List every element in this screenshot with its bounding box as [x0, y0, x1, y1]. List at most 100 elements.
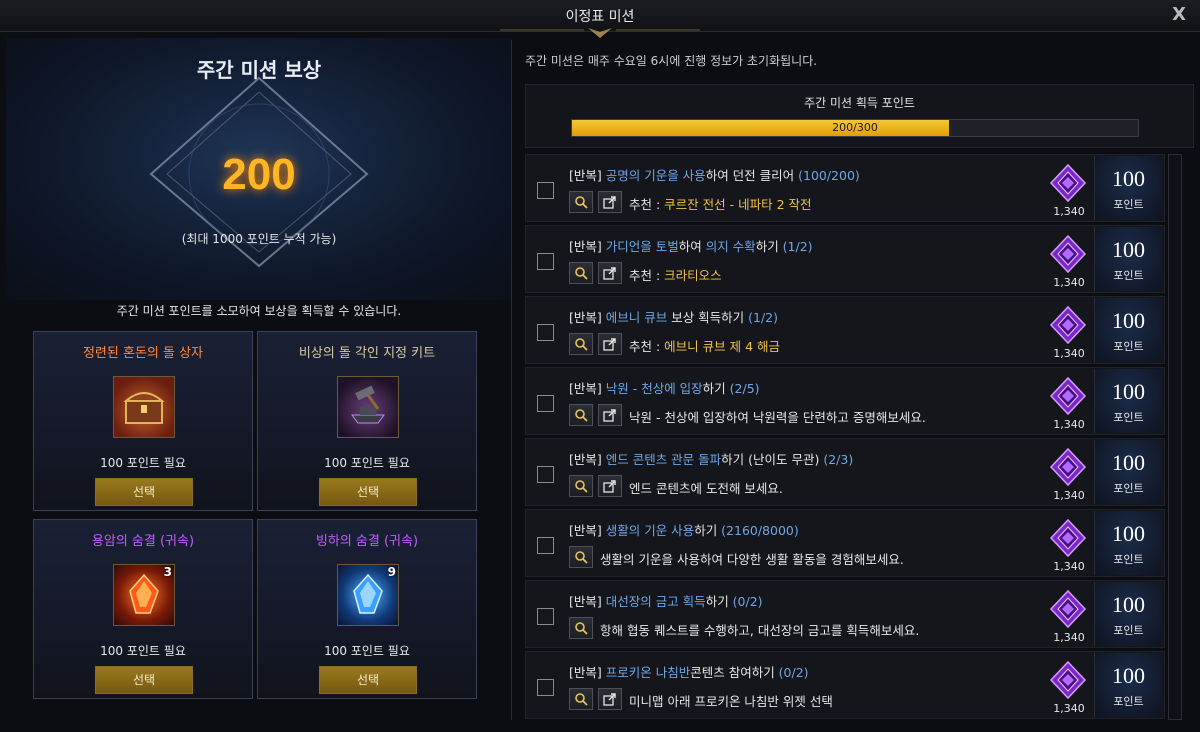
purple-gem-icon — [1048, 234, 1088, 274]
mission-tools — [569, 262, 622, 284]
ice-crystal-icon: 9 — [337, 564, 399, 626]
mission-tag: [반복] — [569, 594, 606, 609]
detail-text: 에브니 큐브 제 4 해금 — [664, 339, 781, 354]
search-icon[interactable] — [569, 475, 593, 497]
mission-checkbox[interactable] — [537, 324, 554, 341]
mission-scrollbar[interactable] — [1168, 154, 1182, 720]
search-icon[interactable] — [569, 333, 593, 355]
share-link-icon[interactable] — [598, 404, 622, 426]
share-link-icon[interactable] — [598, 262, 622, 284]
reward-points-value: 100 — [1112, 592, 1145, 617]
mission-checkbox[interactable] — [537, 395, 554, 412]
share-link-icon[interactable] — [598, 191, 622, 213]
reward-points-unit: 포인트 — [1113, 340, 1144, 353]
share-link-icon[interactable] — [598, 688, 622, 710]
select-button[interactable]: 선택 — [95, 478, 193, 506]
mission-row: [반복] 대선장의 금고 획득하기 (0/2) 항해 협동 퀘스트를 수행하고, … — [525, 580, 1165, 648]
gem-count: 1,340 — [1053, 276, 1085, 289]
reward-points-value: 100 — [1112, 450, 1145, 475]
gem-count: 1,340 — [1053, 560, 1085, 573]
mission-title: [반복] 대선장의 금고 획득하기 (0/2) — [569, 591, 763, 610]
reward-points-unit: 포인트 — [1113, 695, 1144, 708]
reward-card: 빙하의 숨결 (귀속) 9 100 포인트 필요 선택 — [257, 519, 477, 699]
mission-tag: [반복] — [569, 168, 606, 183]
search-icon[interactable] — [569, 688, 593, 710]
mission-detail: 엔드 콘텐츠에 도전해 보세요. — [629, 478, 783, 497]
detail-text: 생활의 기운을 사용하여 다양한 생활 활동을 경험해보세요. — [600, 552, 904, 567]
mission-tag: [반복] — [569, 452, 606, 467]
reward-points-unit: 포인트 — [1113, 198, 1144, 211]
mission-keyword: 가디언을 토벌 — [605, 239, 679, 254]
purple-gem-icon — [1048, 163, 1088, 203]
mission-keyword: 프로키온 나침반 — [605, 665, 691, 680]
mission-progress: (1/2) — [744, 310, 779, 325]
mission-tools — [569, 688, 622, 710]
mission-progress: (1/2) — [778, 239, 813, 254]
mission-detail: 생활의 기운을 사용하여 다양한 생활 활동을 경험해보세요. — [600, 549, 904, 568]
mission-row: [반복] 가디언을 토벌하여 의지 수확하기 (1/2) 추천 : 크라티오스 1,… — [525, 225, 1165, 293]
title-bar: 이정표 미션 X — [0, 0, 1200, 38]
mission-detail: 미니맵 아래 프로키온 나침반 위젯 선택 — [629, 691, 833, 710]
mission-progress: (2/5) — [725, 381, 760, 396]
mission-keyword: 의지 수확 — [705, 239, 756, 254]
mission-text: 하기 (난이도 무관) — [721, 452, 820, 467]
lava-crystal-icon: 3 — [113, 564, 175, 626]
mission-text: 보상 획득하기 — [667, 310, 745, 325]
mission-checkbox[interactable] — [537, 182, 554, 199]
mission-text: 하여 던전 클리어 — [705, 168, 795, 183]
mission-keyword: 대선장의 금고 획득 — [605, 594, 706, 609]
reward-cost: 100 포인트 필요 — [324, 456, 410, 470]
mission-text: 하기 — [694, 523, 718, 538]
detail-text: 미니맵 아래 프로키온 나침반 위젯 선택 — [629, 694, 833, 709]
share-link-icon[interactable] — [598, 475, 622, 497]
detail-text: 낙원 - 천상에 입장하여 낙원력을 단련하고 증명해보세요. — [629, 410, 926, 425]
mission-reward: 100 포인트 — [1094, 156, 1162, 220]
weekly-points-value: 200 — [222, 150, 296, 199]
reward-name: 정련된 혼돈의 돌 상자 — [82, 346, 204, 361]
purple-gem-icon — [1048, 660, 1088, 700]
mission-title: [반복] 프로키온 나침반콘텐츠 참여하기 (0/2) — [569, 662, 809, 681]
mission-checkbox[interactable] — [537, 537, 554, 554]
reward-points-unit: 포인트 — [1113, 411, 1144, 424]
mission-title: [반복] 가디언을 토벌하여 의지 수확하기 (1/2) — [569, 236, 813, 255]
reward-card: 정련된 혼돈의 돌 상자 100 포인트 필요 선택 — [33, 331, 253, 511]
search-icon[interactable] — [569, 262, 593, 284]
purple-gem-icon — [1048, 518, 1088, 558]
search-icon[interactable] — [569, 404, 593, 426]
mission-detail: 추천 : 쿠르잔 전선 - 네파타 2 작전 — [629, 194, 812, 213]
mission-detail: 항해 협동 퀘스트를 수행하고, 대선장의 금고를 획득해보세요. — [600, 620, 919, 639]
mission-keyword: 생활의 기운 사용 — [605, 523, 695, 538]
reward-points-unit: 포인트 — [1113, 269, 1144, 282]
mission-checkbox[interactable] — [537, 253, 554, 270]
select-button[interactable]: 선택 — [319, 478, 417, 506]
select-button[interactable]: 선택 — [319, 666, 417, 694]
mission-checkbox[interactable] — [537, 466, 554, 483]
mission-tools — [569, 191, 622, 213]
select-button[interactable]: 선택 — [95, 666, 193, 694]
mission-tag: [반복] — [569, 381, 606, 396]
mission-checkbox[interactable] — [537, 608, 554, 625]
progress-label: 주간 미션 획득 포인트 — [804, 96, 915, 110]
mission-text: 하여 — [678, 239, 706, 254]
mission-tools — [569, 333, 622, 355]
purple-gem-icon — [1048, 447, 1088, 487]
recommend-label: 추천 : — [629, 197, 665, 212]
mission-checkbox[interactable] — [537, 679, 554, 696]
mission-text: 하기 — [705, 594, 729, 609]
share-link-icon[interactable] — [598, 333, 622, 355]
mission-progress: (2160/8000) — [717, 523, 799, 538]
panel-divider — [511, 40, 512, 720]
search-icon[interactable] — [569, 191, 593, 213]
mission-progress: (0/2) — [728, 594, 763, 609]
close-button[interactable]: X — [1172, 4, 1186, 25]
mission-keyword: 공명의 기운을 사용 — [605, 168, 706, 183]
detail-text: 크라티오스 — [664, 268, 722, 283]
search-icon[interactable] — [569, 546, 593, 568]
reward-points-value: 100 — [1112, 663, 1145, 688]
search-icon[interactable] — [569, 617, 593, 639]
treasure-chest-icon — [113, 376, 175, 438]
item-quantity: 9 — [387, 565, 396, 579]
detail-text: 쿠르잔 전선 - 네파타 2 작전 — [664, 197, 812, 212]
mission-tools — [569, 475, 622, 497]
mission-tools — [569, 404, 622, 426]
